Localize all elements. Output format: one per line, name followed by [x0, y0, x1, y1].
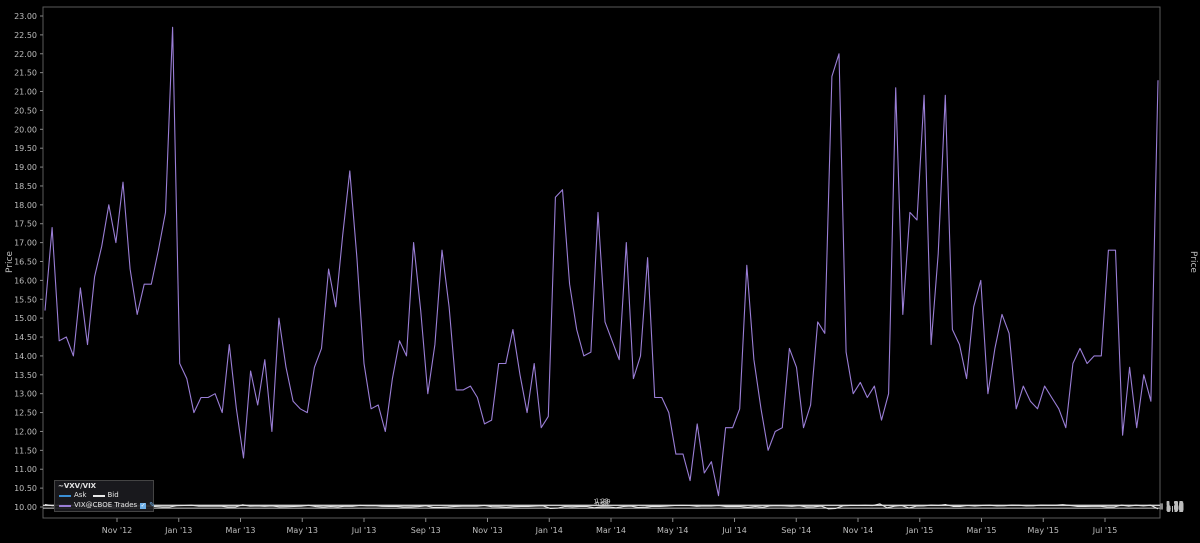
left-axis-title: Price [5, 251, 15, 273]
legend-title: ~VXV/VIX [58, 482, 97, 490]
legend-label-ask: Ask [74, 491, 87, 499]
left-tick-label: 13.50 [14, 371, 37, 380]
left-tick-label: 10.00 [14, 503, 37, 512]
left-tick-label: 14.00 [14, 352, 37, 361]
left-tick-label: 17.50 [14, 220, 37, 229]
left-tick-label: 19.50 [14, 144, 37, 153]
x-tick-label: Nov '12 [102, 526, 133, 535]
x-tick-label: Sep '13 [411, 526, 441, 535]
x-tick-label: Nov '14 [843, 526, 874, 535]
left-tick-label: 12.50 [14, 409, 37, 418]
left-tick-label: 11.50 [14, 446, 37, 455]
x-tick-label: Mar '14 [596, 526, 626, 535]
right-tick-label: 1.33 [1166, 500, 1184, 509]
x-tick-label: May '13 [287, 526, 318, 535]
left-tick-label: 18.00 [14, 201, 37, 210]
left-tick-label: 22.50 [14, 31, 37, 40]
legend-row-vix: VIX@CBOE Trades ✓ ✎ [59, 501, 155, 510]
left-tick-label: 15.50 [14, 295, 37, 304]
legend-row-quotes: Ask Bid [59, 491, 119, 500]
x-tick-label: Jul '14 [721, 526, 747, 535]
left-tick-label: 12.00 [14, 427, 37, 436]
legend[interactable]: ~VXV/VIX Ask Bid VIX@CBOE Trades ✓ ✎ [54, 480, 155, 512]
left-tick-label: 20.00 [14, 125, 37, 134]
left-tick-label: 16.00 [14, 276, 37, 285]
left-tick-label: 21.50 [14, 69, 37, 78]
x-tick-label: Sep '14 [781, 526, 811, 535]
x-tick-label: Jan '14 [535, 526, 563, 535]
legend-label-bid: Bid [107, 491, 119, 499]
right-axis-title: Price [1188, 251, 1198, 273]
x-tick-label: Nov '13 [472, 526, 503, 535]
left-tick-label: 23.00 [14, 12, 37, 21]
legend-swatch-ask [59, 494, 71, 497]
chart: 10.00 10.50 11.00 11.50 12.00 12.50 13.00 13.50… [0, 0, 1200, 539]
x-tick-label: Jul '15 [1092, 526, 1118, 535]
left-tick-label: 10.50 [14, 484, 37, 493]
left-tick-label: 17.00 [14, 239, 37, 248]
x-tick-label: Jan '13 [164, 526, 192, 535]
x-tick-label: Jan '15 [905, 526, 933, 535]
x-tick-label: Mar '15 [966, 526, 996, 535]
legend-checkbox-icon[interactable]: ✓ [140, 502, 147, 509]
left-tick-label: 14.50 [14, 333, 37, 342]
left-tick-label: 18.50 [14, 182, 37, 191]
x-tick-label: Jul '13 [351, 526, 377, 535]
left-tick-label: 15.00 [14, 314, 37, 323]
legend-label-vix: VIX@CBOE Trades [74, 501, 138, 509]
chart-plot: 10.00 10.50 11.00 11.50 12.00 12.50 13.00 13.50… [5, 6, 1198, 535]
left-tick-label: 21.00 [14, 88, 37, 97]
legend-swatch-vix [59, 504, 71, 507]
left-tick-label: 16.50 [14, 258, 37, 267]
left-tick-label: 22.00 [14, 50, 37, 59]
legend-swatch-bid [92, 494, 105, 497]
x-tick-label: May '15 [1028, 526, 1059, 535]
left-tick-label: 19.00 [14, 163, 37, 172]
left-tick-label: 13.00 [14, 390, 37, 399]
left-tick-label: 20.50 [14, 106, 37, 115]
legend-settings-icon[interactable]: ✎ [149, 501, 155, 510]
x-tick-label: May '14 [657, 526, 688, 535]
left-tick-label: 11.00 [14, 465, 37, 474]
x-tick-label: Mar '13 [225, 526, 255, 535]
